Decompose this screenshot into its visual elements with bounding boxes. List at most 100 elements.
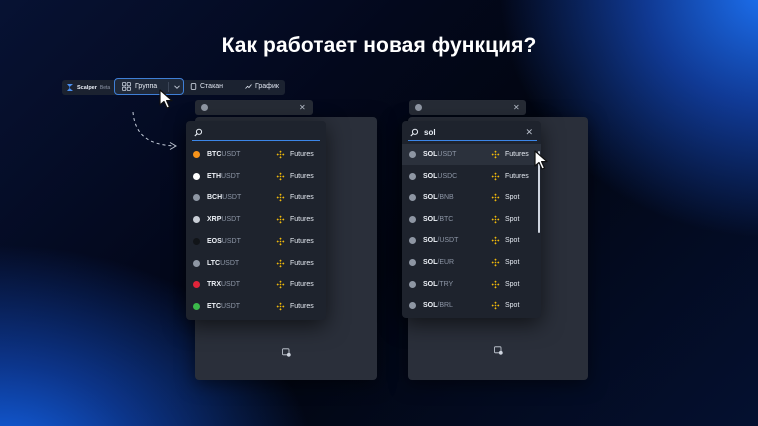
search-icon	[194, 128, 203, 137]
ticker-base: ETH	[207, 172, 221, 180]
add-window-icon[interactable]	[282, 348, 291, 357]
ticker-row[interactable]: SOL/BTC Spot	[402, 209, 541, 230]
ticker-base: BTC	[207, 151, 222, 158]
ticker-row[interactable]: SOL/BNB Spot	[402, 187, 541, 208]
coin-icon	[409, 280, 416, 288]
market-type: Spot	[505, 280, 520, 288]
binance-icon	[491, 258, 500, 267]
ticker-quote: USDC	[437, 172, 458, 180]
search-input[interactable]: sol ✕	[408, 126, 537, 141]
left-ticker-dropdown: BTCUSDT Futures ETHUSDT Futures BCHUSDT Futur…	[186, 121, 326, 320]
ticker-row[interactable]: SOL/TRY Spot	[402, 274, 541, 295]
cursor-icon	[534, 150, 548, 170]
cursor-icon	[159, 89, 173, 109]
coin-icon	[409, 194, 416, 202]
search-input[interactable]	[192, 126, 320, 141]
coin-icon	[409, 151, 416, 158]
market-type: Futures	[290, 216, 314, 224]
ticker-base: ETC	[207, 302, 221, 310]
coin-icon	[409, 237, 416, 245]
coin-icon	[193, 151, 200, 158]
market-type: Futures	[290, 259, 314, 267]
ticker-symbol: SOL/TRY	[423, 281, 453, 288]
coin-icon	[193, 237, 200, 245]
ticker-row[interactable]: LTCUSDT Futures	[186, 253, 326, 274]
ticker-symbol: SOL/EUR	[423, 259, 454, 266]
ticker-quote: /EUR	[437, 259, 455, 266]
ticker-symbol: XRPUSDT	[207, 216, 240, 223]
right-window-header: ✕	[409, 100, 526, 115]
status-dot	[415, 104, 422, 111]
right-ticker-dropdown: sol ✕ SOLUSDT Futures SOLUSDC Futures SOL/BN…	[402, 121, 541, 318]
ticker-row[interactable]: XRPUSDT Futures	[186, 209, 326, 230]
ticker-symbol: SOL/BNB	[423, 194, 454, 201]
ticker-quote: USDT	[221, 281, 241, 289]
ticker-quote: USDT	[437, 151, 457, 158]
coin-icon	[193, 194, 200, 202]
ticker-row[interactable]: SOLUSDT Futures	[402, 144, 541, 165]
ticker-base: SOL	[423, 237, 438, 245]
market-type: Spot	[505, 237, 520, 245]
ticker-row[interactable]: EOSUSDT Futures	[186, 231, 326, 252]
market-type: Spot	[505, 302, 520, 310]
ticker-quote: /BRL	[437, 302, 453, 310]
ticker-symbol: LTCUSDT	[207, 260, 239, 267]
ticker-base: SOL	[423, 151, 438, 158]
coin-icon	[193, 302, 200, 310]
ticker-row[interactable]: SOL/BRL Spot	[402, 295, 541, 316]
market-type: Futures	[290, 194, 314, 202]
ticker-symbol: SOLUSDC	[423, 173, 457, 180]
ticker-base: SOL	[423, 215, 438, 223]
ticker-symbol: SOLUSDT	[423, 151, 456, 158]
ticker-symbol: ETCUSDT	[207, 303, 240, 310]
market-type: Spot	[505, 259, 520, 266]
dashed-arrow	[132, 111, 177, 150]
ticker-row[interactable]: ETHUSDT Futures	[186, 166, 326, 187]
coin-icon	[193, 172, 200, 180]
binance-icon	[491, 172, 500, 181]
coin-icon	[193, 259, 200, 267]
ticker-quote: USDT	[221, 216, 241, 224]
close-icon[interactable]: ✕	[513, 104, 520, 112]
ticker-symbol: EOSUSDT	[207, 238, 241, 245]
binance-icon	[491, 280, 500, 289]
ticker-quote: USDT	[221, 151, 241, 158]
ticker-row[interactable]: SOL/EUR Spot	[402, 252, 541, 273]
coin-icon	[409, 215, 416, 223]
add-window-icon[interactable]	[494, 346, 503, 355]
ticker-symbol: BCHUSDT	[207, 194, 241, 201]
market-type: Futures	[290, 151, 314, 158]
close-icon[interactable]: ✕	[299, 104, 306, 112]
ticker-row[interactable]: ETCUSDT Futures	[186, 296, 326, 317]
binance-icon	[491, 215, 500, 224]
market-type: Spot	[505, 194, 520, 202]
binance-icon	[276, 280, 285, 289]
binance-icon	[491, 236, 500, 245]
binance-icon	[276, 215, 285, 224]
ticker-base: BCH	[207, 194, 223, 202]
ticker-quote: /USDT	[437, 237, 459, 245]
ticker-row[interactable]: TRXUSDT Futures	[186, 274, 326, 295]
ticker-quote: /TRY	[437, 280, 454, 288]
ticker-symbol: SOL/USDT	[423, 237, 458, 244]
ticker-base: XRP	[207, 216, 222, 224]
ticker-base: TRX	[207, 281, 221, 289]
ticker-base: LTC	[207, 259, 221, 267]
ticker-row[interactable]: BTCUSDT Futures	[186, 144, 326, 165]
ticker-row[interactable]: BCHUSDT Futures	[186, 187, 326, 208]
ticker-symbol: SOL/BTC	[423, 216, 453, 223]
ticker-quote: USDT	[221, 302, 241, 310]
ticker-quote: /BTC	[437, 215, 454, 223]
binance-icon	[276, 237, 285, 246]
clear-search-icon[interactable]: ✕	[525, 127, 533, 138]
ticker-quote: USDT	[222, 194, 242, 202]
binance-icon	[491, 301, 500, 310]
binance-icon	[491, 193, 500, 202]
market-type: Spot	[505, 215, 520, 223]
ticker-symbol: TRXUSDT	[207, 281, 240, 288]
coin-icon	[193, 216, 200, 224]
ticker-base: SOL	[423, 302, 438, 310]
ticker-row[interactable]: SOL/USDT Spot	[402, 230, 541, 251]
ticker-base: SOL	[423, 194, 438, 202]
ticker-row[interactable]: SOLUSDC Futures	[402, 166, 541, 187]
